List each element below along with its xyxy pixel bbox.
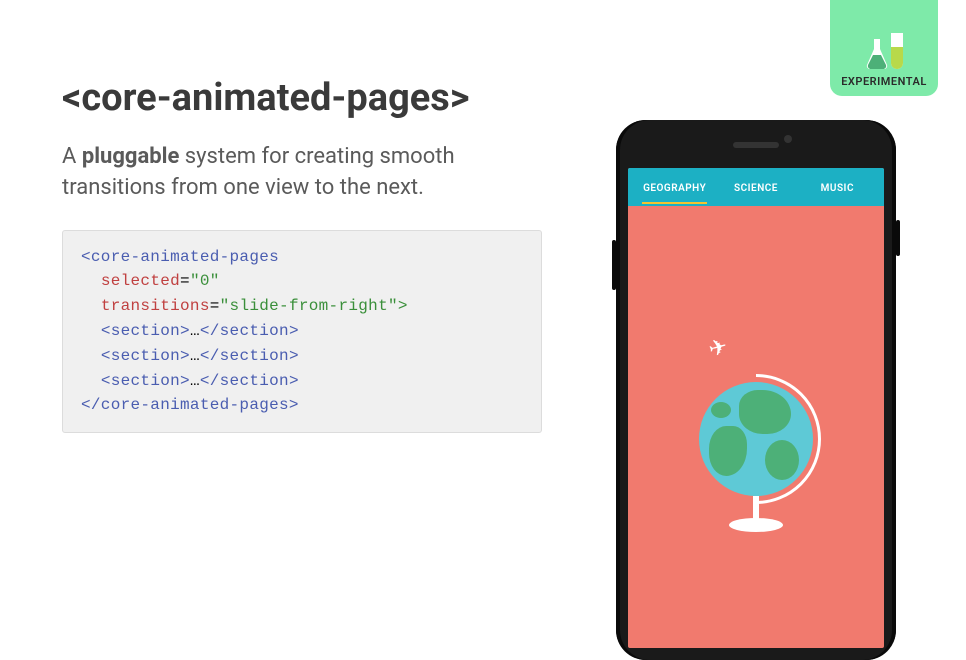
code-example: <core-animated-pages selected="0" transi… (62, 230, 542, 434)
subtitle: A pluggable system for creating smooth t… (62, 142, 542, 204)
test-tube-icon (891, 33, 903, 69)
tab-geography[interactable]: GEOGRAPHY (634, 171, 715, 204)
tab-bar: GEOGRAPHY SCIENCE MUSIC (628, 168, 884, 206)
globe-illustration: ✈ (681, 368, 831, 568)
page-title: <core-animated-pages> (62, 76, 542, 120)
plane-icon: ✈ (706, 334, 730, 363)
lab-icons (865, 33, 903, 69)
flask-icon (865, 37, 889, 69)
phone-screen: GEOGRAPHY SCIENCE MUSIC ✈ (628, 168, 884, 648)
phone-mockup: GEOGRAPHY SCIENCE MUSIC ✈ (616, 120, 896, 660)
phone-volume-button (612, 240, 616, 290)
phone-power-button (896, 220, 900, 256)
experimental-badge: EXPERIMENTAL (830, 0, 938, 96)
slide-content: <core-animated-pages> A pluggable system… (62, 76, 542, 433)
tab-science[interactable]: SCIENCE (715, 171, 796, 204)
badge-label: EXPERIMENTAL (841, 75, 927, 88)
tab-music[interactable]: MUSIC (797, 171, 878, 204)
